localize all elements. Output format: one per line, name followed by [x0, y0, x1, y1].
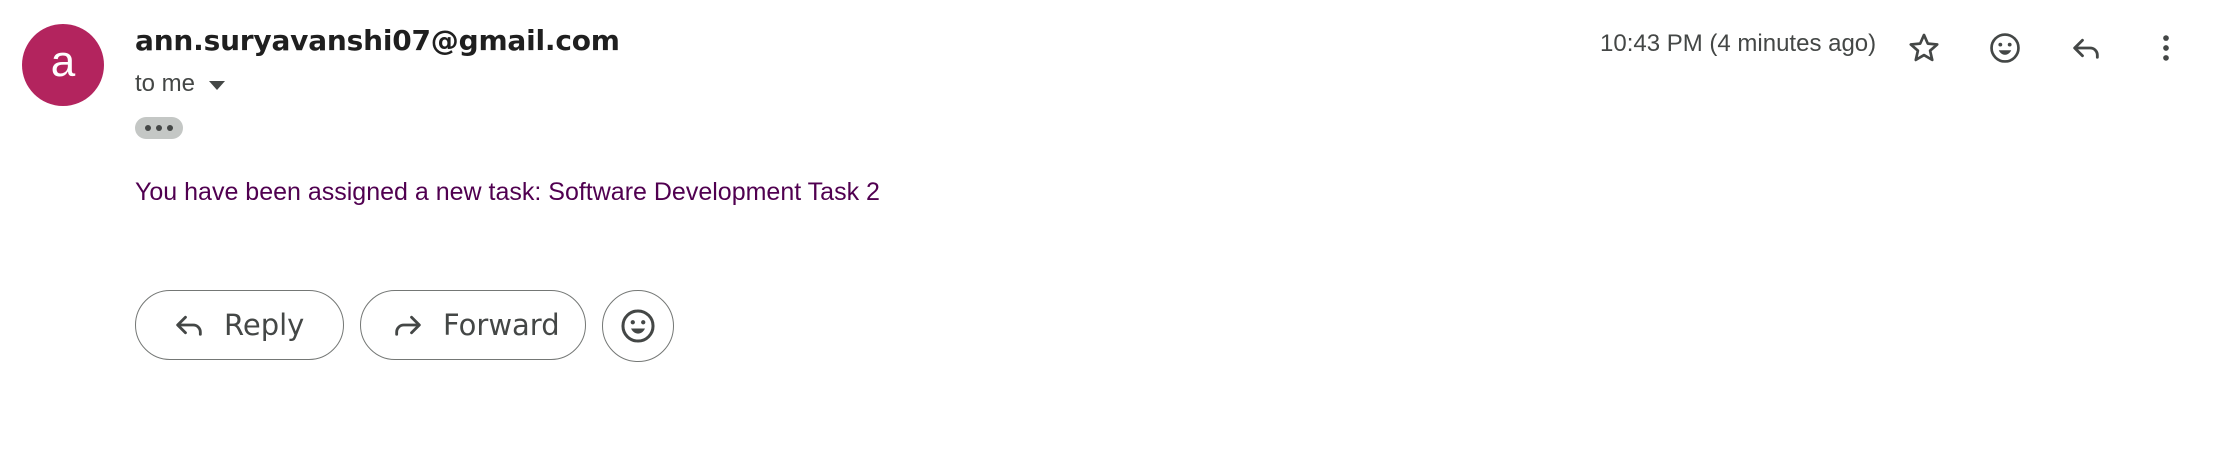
email-message: a ann.suryavanshi07@gmail.com to me 10:4… [0, 0, 2214, 464]
reply-button[interactable]: Reply [135, 290, 344, 360]
show-trimmed-content-button[interactable] [135, 117, 183, 139]
emoji-reaction-button[interactable] [602, 290, 674, 362]
forward-button[interactable]: Forward [360, 290, 586, 360]
emoji-icon [621, 309, 655, 343]
recipient-label: to me [135, 70, 196, 97]
avatar-letter: a [50, 37, 76, 86]
dot-icon [167, 125, 173, 131]
sender-email[interactable]: ann.suryavanshi07@gmail.com [135, 24, 620, 57]
avatar[interactable]: a [22, 24, 104, 106]
dot-icon [145, 125, 151, 131]
dot-icon [156, 125, 162, 131]
recipient-toggle[interactable]: to me [135, 70, 226, 98]
reply-icon [172, 308, 206, 342]
forward-label: Forward [443, 308, 560, 342]
star-icon[interactable] [1898, 22, 1950, 74]
timestamp: 10:43 PM (4 minutes ago) [1600, 30, 1877, 57]
more-vert-icon[interactable] [2140, 22, 2192, 74]
forward-icon [391, 308, 425, 342]
emoji-icon[interactable] [1979, 22, 2031, 74]
reply-label: Reply [224, 308, 305, 342]
caret-down-icon [209, 81, 226, 90]
reply-icon[interactable] [2060, 22, 2112, 74]
message-body: You have been assigned a new task: Softw… [135, 178, 880, 206]
